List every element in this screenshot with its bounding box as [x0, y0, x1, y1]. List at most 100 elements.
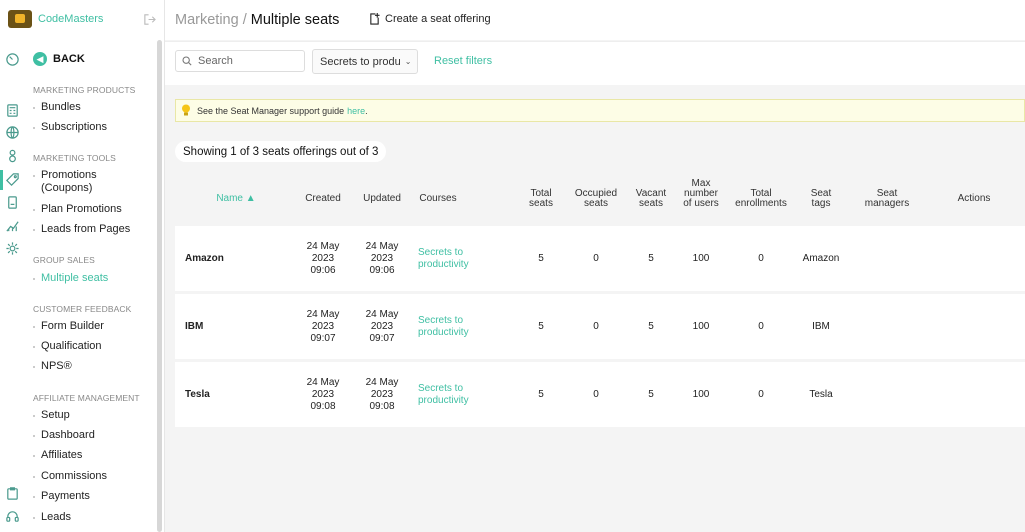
breadcrumb: Marketing / Multiple seats	[175, 12, 339, 28]
column-header-courses: Courses	[419, 193, 457, 204]
sidebar-item-bundles[interactable]: Bundles	[33, 101, 81, 114]
row-name[interactable]: Amazon	[185, 253, 224, 265]
row-seat-tags: Amazon	[802, 253, 840, 264]
course-filter-value: Secrets to produ	[320, 55, 401, 68]
course-filter-select[interactable]: Secrets to produ ⌄	[312, 49, 418, 74]
row-updated: 24 May 2023 09:06	[365, 241, 399, 276]
gear-icon[interactable]	[5, 241, 20, 256]
row-occupied-seats: 0	[593, 253, 599, 264]
table-header: Name ▲ Created Updated Courses Total sea…	[175, 172, 1025, 226]
sidebar-item-payments[interactable]: Payments	[33, 490, 90, 503]
sidebar-item-qualification[interactable]: Qualification	[33, 340, 102, 353]
filter-bar: Secrets to produ ⌄ Reset filters	[165, 41, 1025, 85]
info-banner: See the Seat Manager support guide here …	[175, 99, 1025, 122]
row-total-seats: 5	[538, 389, 544, 400]
column-header-name[interactable]: Name ▲	[216, 194, 255, 204]
table-row[interactable]: Amazon 24 May 2023 09:06 24 May 2023 09:06 S…	[175, 226, 1025, 291]
row-created: 24 May 2023 09:06	[306, 241, 340, 276]
column-header-seat-tags: Seat tags	[810, 188, 832, 209]
back-button[interactable]: ◀ BACK	[33, 52, 85, 66]
rail-active-indicator	[0, 170, 3, 190]
sidebar-item-leads[interactable]: Leads	[33, 511, 71, 524]
add-document-icon	[369, 13, 380, 25]
brand[interactable]: CodeMasters	[8, 10, 103, 28]
row-name[interactable]: IBM	[185, 321, 203, 333]
clipboard-icon[interactable]	[5, 486, 20, 501]
column-header-actions: Actions	[957, 193, 991, 204]
search-input[interactable]	[198, 55, 298, 67]
back-arrow-icon: ◀	[33, 52, 47, 66]
row-vacant-seats: 5	[648, 389, 654, 400]
sidebar-scrollbar[interactable]	[157, 40, 162, 532]
create-seat-offering-label: Create a seat offering	[385, 13, 491, 25]
icon-rail	[0, 0, 25, 532]
user-icon[interactable]	[5, 148, 20, 163]
row-course-link[interactable]: Secrets to productivity	[418, 383, 469, 407]
sidebar-item-affiliates[interactable]: Affiliates	[33, 449, 82, 462]
document-icon[interactable]	[5, 195, 20, 210]
row-occupied-seats: 0	[593, 389, 599, 400]
sidebar-item-leads-from-pages[interactable]: Leads from Pages	[33, 223, 130, 236]
brand-name: CodeMasters	[38, 13, 104, 25]
banner-suffix: .	[365, 105, 368, 116]
support-guide-link[interactable]: here	[347, 106, 365, 116]
sidebar-item-plan-promotions[interactable]: Plan Promotions	[33, 203, 122, 216]
sidebar-item-setup[interactable]: Setup	[33, 409, 70, 422]
page-title: Multiple seats	[250, 12, 340, 28]
create-seat-offering-button[interactable]: Create a seat offering	[369, 13, 491, 25]
column-header-occupied-seats: Occupied seats	[574, 188, 618, 209]
dashboard-icon[interactable]	[5, 52, 20, 67]
row-total-enrollments: 0	[758, 321, 764, 332]
row-created: 24 May 2023 09:07	[306, 309, 340, 344]
sidebar-item-commissions[interactable]: Commissions	[33, 470, 107, 483]
section-marketing-products: MARKETING PRODUCTS	[33, 85, 136, 95]
row-course-link[interactable]: Secrets to productivity	[418, 315, 469, 339]
calculator-icon[interactable]	[5, 103, 20, 118]
sidebar: CodeMasters ◀ BACK MARKETING PRODUCTS Bu…	[8, 0, 165, 532]
sidebar-item-dashboard[interactable]: Dashboard	[33, 429, 95, 442]
breadcrumb-parent[interactable]: Marketing /	[175, 12, 247, 28]
sidebar-item-subscriptions[interactable]: Subscriptions	[33, 121, 107, 134]
row-updated: 24 May 2023 09:07	[365, 309, 399, 344]
row-total-seats: 5	[538, 253, 544, 264]
column-header-total-enrollments: Total enrollments	[735, 188, 787, 209]
search-icon	[182, 56, 192, 66]
tag-icon[interactable]	[5, 172, 20, 187]
column-header-total-seats: Total seats	[529, 188, 553, 209]
table-row[interactable]: Tesla 24 May 2023 09:08 24 May 2023 09:08 Se…	[175, 362, 1025, 427]
sidebar-item-form-builder[interactable]: Form Builder	[33, 320, 104, 333]
row-seat-tags: Tesla	[809, 389, 833, 400]
chart-icon[interactable]	[5, 218, 20, 233]
support-icon[interactable]	[5, 509, 20, 524]
row-total-enrollments: 0	[758, 389, 764, 400]
row-seat-tags: IBM	[812, 321, 830, 332]
row-total-seats: 5	[538, 321, 544, 332]
row-updated: 24 May 2023 09:08	[365, 377, 399, 412]
sidebar-item-nps[interactable]: NPS®	[33, 360, 72, 373]
table-row[interactable]: IBM 24 May 2023 09:07 24 May 2023 09:07 Secr…	[175, 294, 1025, 359]
row-max-users: 100	[692, 389, 710, 400]
reset-filters-link[interactable]: Reset filters	[434, 55, 492, 67]
seats-table: Name ▲ Created Updated Courses Total sea…	[175, 172, 1025, 427]
results-summary: Showing 1 of 3 seats offerings out of 3	[175, 141, 387, 162]
logout-icon[interactable]	[143, 13, 156, 26]
column-header-created: Created	[305, 193, 341, 204]
row-total-enrollments: 0	[758, 253, 764, 264]
row-max-users: 100	[692, 253, 710, 264]
back-label: BACK	[53, 53, 85, 65]
search-box[interactable]	[175, 50, 305, 72]
sidebar-item-promotions[interactable]: Promotions (Coupons)	[33, 169, 133, 195]
row-name[interactable]: Tesla	[185, 389, 210, 401]
row-created: 24 May 2023 09:08	[306, 377, 340, 412]
lightbulb-icon	[182, 104, 190, 116]
chevron-down-icon: ⌄	[404, 57, 412, 66]
column-header-updated: Updated	[363, 193, 401, 204]
row-course-link[interactable]: Secrets to productivity	[418, 247, 469, 271]
globe-icon[interactable]	[5, 125, 20, 140]
row-vacant-seats: 5	[648, 321, 654, 332]
section-customer-feedback: CUSTOMER FEEDBACK	[33, 304, 132, 314]
column-header-max-users: Max number of users	[683, 178, 719, 209]
sidebar-item-multiple-seats[interactable]: Multiple seats	[33, 272, 108, 285]
column-header-vacant-seats: Vacant seats	[635, 188, 667, 209]
column-header-seat-managers: Seat managers	[864, 188, 910, 209]
